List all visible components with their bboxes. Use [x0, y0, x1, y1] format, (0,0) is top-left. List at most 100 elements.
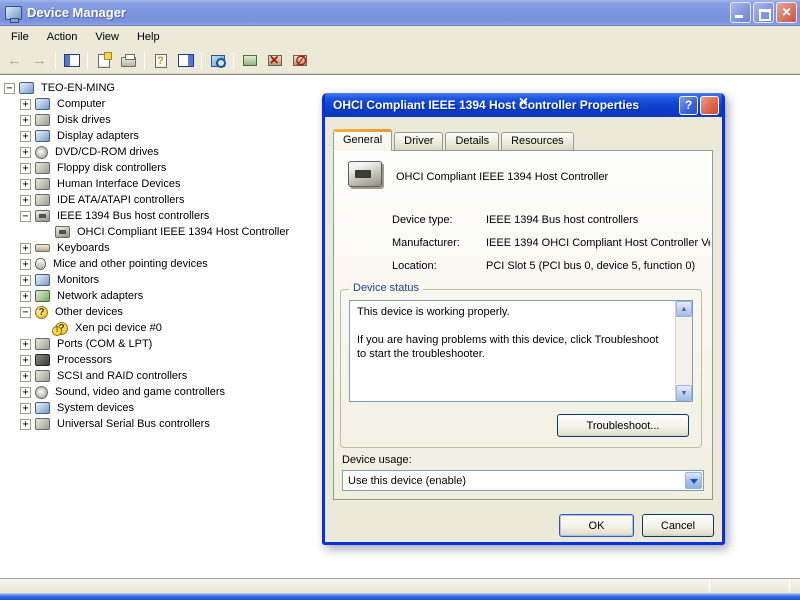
back-button[interactable]	[2, 50, 27, 72]
uninstall-button[interactable]	[262, 50, 287, 72]
tree-item-label: Disk drives	[55, 113, 113, 127]
ok-button[interactable]: OK	[559, 514, 634, 537]
expand-toggle-icon[interactable]: +	[20, 131, 31, 142]
properties-button[interactable]	[91, 50, 116, 72]
properties-icon	[98, 54, 110, 68]
taskbar-edge	[0, 593, 800, 600]
tab-general[interactable]: General	[333, 129, 392, 151]
toolbar	[0, 48, 800, 74]
status-scrollbar[interactable]: ▲ ▼	[675, 301, 692, 401]
collapse-toggle-icon[interactable]: −	[4, 83, 15, 94]
unknown-device-icon	[35, 306, 48, 319]
expand-toggle-icon[interactable]: +	[20, 355, 31, 366]
expand-toggle-icon[interactable]: +	[20, 163, 31, 174]
troubleshoot-button[interactable]: Troubleshoot...	[557, 414, 689, 437]
status-bar-divider	[789, 581, 790, 592]
expand-toggle-icon[interactable]: +	[20, 195, 31, 206]
tree-item-label: Processors	[55, 353, 114, 367]
menu-file[interactable]: File	[2, 28, 38, 46]
general-tab-panel: OHCI Compliant IEEE 1394 Host Controller…	[333, 150, 713, 500]
tab-resources[interactable]: Resources	[501, 132, 574, 150]
tab-details[interactable]: Details	[445, 132, 499, 150]
device-status-textbox[interactable]: This device is working properly. If you …	[349, 300, 693, 402]
status-bar	[0, 578, 800, 593]
cancel-button[interactable]: Cancel	[642, 514, 714, 537]
ports-icon	[35, 338, 50, 350]
tree-item-label: TEO-EN-MING	[39, 81, 117, 95]
show-console-tree-icon	[64, 54, 80, 67]
disable-icon	[293, 55, 307, 66]
expand-toggle-icon[interactable]: +	[20, 339, 31, 350]
menu-view[interactable]: View	[86, 28, 128, 46]
toolbar-separator	[55, 52, 56, 70]
manufacturer-value: IEEE 1394 OHCI Compliant Host Controller…	[486, 237, 710, 249]
expand-toggle-icon[interactable]: +	[20, 147, 31, 158]
expand-toggle-icon[interactable]: +	[20, 99, 31, 110]
expand-toggle-icon[interactable]: +	[20, 259, 31, 270]
device-status-message: This device is working properly. If you …	[350, 301, 692, 361]
tree-item-label: Display adapters	[55, 129, 141, 143]
collapse-toggle-icon[interactable]: −	[20, 307, 31, 318]
tab-driver[interactable]: Driver	[394, 132, 443, 150]
tree-item-label: Computer	[55, 97, 107, 111]
scroll-down-icon[interactable]: ▼	[676, 385, 692, 401]
tree-item-label: Network adapters	[55, 289, 145, 303]
menu-help[interactable]: Help	[128, 28, 169, 46]
expand-toggle-icon[interactable]: +	[20, 115, 31, 126]
location-value: PCI Slot 5 (PCI bus 0, device 5, functio…	[486, 260, 695, 272]
keyboard-icon	[35, 244, 50, 252]
device-type-label: Device type:	[392, 214, 486, 226]
computer-icon	[19, 82, 34, 94]
dropdown-arrow-icon[interactable]	[685, 472, 702, 489]
menu-bar: File Action View Help	[0, 26, 800, 48]
restore-button[interactable]	[753, 2, 774, 23]
sound-controller-icon	[35, 386, 48, 399]
device-usage-select[interactable]: Use this device (enable)	[342, 470, 704, 491]
show-details-pane-button[interactable]	[173, 50, 198, 72]
disable-button[interactable]	[287, 50, 312, 72]
forward-icon	[32, 52, 47, 69]
device-usage-label: Device usage:	[342, 454, 412, 466]
update-driver-button[interactable]	[237, 50, 262, 72]
expand-toggle-icon[interactable]: +	[20, 387, 31, 398]
print-button[interactable]	[116, 50, 141, 72]
tree-item-label: IDE ATA/ATAPI controllers	[55, 193, 187, 207]
device-manager-icon	[5, 6, 22, 20]
minimize-button[interactable]	[730, 2, 751, 23]
tree-item-label: DVD/CD-ROM drives	[53, 145, 161, 159]
usb-controller-icon	[35, 418, 50, 430]
device-status-group: Device status This device is working pro…	[340, 289, 702, 448]
scan-hardware-button[interactable]	[205, 50, 230, 72]
tree-item-label: OHCI Compliant IEEE 1394 Host Controller	[75, 225, 291, 239]
dialog-body: General Driver Details Resources OHCI Co…	[325, 117, 722, 542]
ide-controller-icon	[35, 194, 50, 206]
window-titlebar: Device Manager	[0, 0, 800, 26]
dialog-close-button[interactable]	[700, 96, 719, 115]
expand-toggle-icon[interactable]: +	[20, 403, 31, 414]
expand-toggle-icon[interactable]: +	[20, 179, 31, 190]
help-button[interactable]	[148, 50, 173, 72]
tree-item-label: Human Interface Devices	[55, 177, 183, 191]
tree-item-label: Ports (COM & LPT)	[55, 337, 154, 351]
forward-button[interactable]	[27, 50, 52, 72]
status-bar-divider	[709, 581, 710, 592]
ieee1394-device-icon	[348, 161, 382, 187]
close-button[interactable]	[776, 2, 797, 23]
device-status-label: Device status	[349, 282, 423, 294]
expand-toggle-icon[interactable]: +	[20, 419, 31, 430]
expand-toggle-icon[interactable]: +	[20, 275, 31, 286]
show-details-pane-icon	[178, 54, 194, 67]
expand-toggle-icon[interactable]: +	[20, 371, 31, 382]
scroll-up-icon[interactable]: ▲	[676, 301, 692, 317]
system-device-icon	[35, 402, 50, 414]
collapse-toggle-icon[interactable]: −	[20, 211, 31, 222]
expand-toggle-icon[interactable]: +	[20, 243, 31, 254]
device-type-row: Device type: IEEE 1394 Bus host controll…	[392, 214, 710, 226]
show-console-tree-button[interactable]	[59, 50, 84, 72]
scsi-controller-icon	[35, 370, 50, 382]
tree-item-label: Other devices	[53, 305, 125, 319]
tree-item-label: Universal Serial Bus controllers	[55, 417, 212, 431]
menu-action[interactable]: Action	[38, 28, 87, 46]
device-usage-value: Use this device (enable)	[343, 475, 685, 487]
expand-toggle-icon[interactable]: +	[20, 291, 31, 302]
